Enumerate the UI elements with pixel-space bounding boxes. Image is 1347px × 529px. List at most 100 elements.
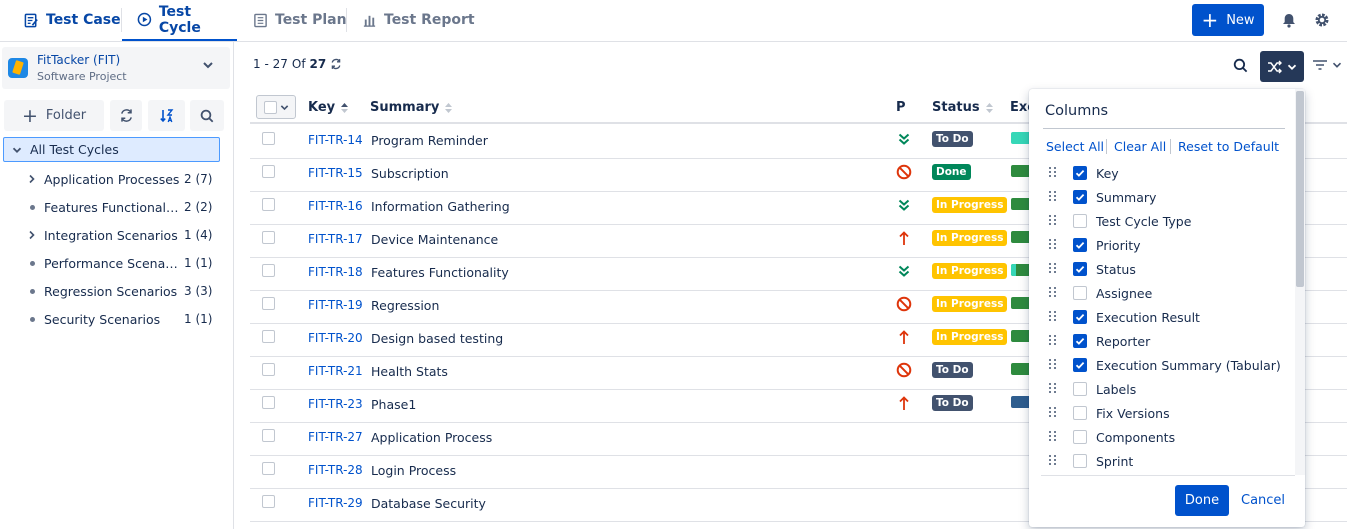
column-option[interactable]: Test Cycle Type xyxy=(1049,209,1289,233)
columns-toggle-button[interactable] xyxy=(1260,51,1304,82)
chevron-right-icon[interactable] xyxy=(28,230,36,240)
drag-handle-icon[interactable] xyxy=(1049,167,1057,179)
search-folder-button[interactable] xyxy=(190,100,224,131)
tab-test-report[interactable]: Test Report xyxy=(362,0,475,40)
column-checkbox[interactable] xyxy=(1073,262,1087,276)
drag-handle-icon[interactable] xyxy=(1049,407,1057,419)
column-checkbox[interactable] xyxy=(1073,454,1087,468)
row-checkbox[interactable] xyxy=(262,264,275,277)
column-option[interactable]: Labels xyxy=(1049,377,1289,401)
tab-test-case[interactable]: Test Case xyxy=(24,0,121,40)
column-option[interactable]: Execution Result xyxy=(1049,305,1289,329)
column-checkbox[interactable] xyxy=(1073,358,1087,372)
reset-default-link[interactable]: Reset to Default xyxy=(1178,139,1279,154)
column-option[interactable]: Fix Versions xyxy=(1049,401,1289,425)
column-checkbox[interactable] xyxy=(1073,334,1087,348)
tree-item-integration-scenarios[interactable]: Integration Scenarios 1 (4) xyxy=(27,224,217,246)
row-key-link[interactable]: FIT-TR-23 xyxy=(308,397,363,411)
gear-icon[interactable] xyxy=(1312,10,1332,30)
drag-handle-icon[interactable] xyxy=(1049,335,1057,347)
row-key-link[interactable]: FIT-TR-15 xyxy=(308,166,363,180)
tree-item-features-functionality[interactable]: Features Functionality 2 (2) xyxy=(27,196,217,218)
column-option[interactable]: Summary xyxy=(1049,185,1289,209)
drag-handle-icon[interactable] xyxy=(1049,383,1057,395)
select-all-checkbox[interactable] xyxy=(256,95,296,119)
column-option[interactable]: Key xyxy=(1049,161,1289,185)
column-header-status[interactable]: Status xyxy=(932,100,994,115)
row-key-link[interactable]: FIT-TR-18 xyxy=(308,265,363,279)
add-folder-button[interactable]: + Folder xyxy=(4,100,104,131)
column-checkbox[interactable] xyxy=(1073,238,1087,252)
column-checkbox[interactable] xyxy=(1073,214,1087,228)
row-checkbox[interactable] xyxy=(262,396,275,409)
row-checkbox[interactable] xyxy=(262,165,275,178)
row-checkbox[interactable] xyxy=(262,231,275,244)
drag-handle-icon[interactable] xyxy=(1049,287,1057,299)
search-icon[interactable] xyxy=(1233,58,1248,73)
drag-handle-icon[interactable] xyxy=(1049,455,1057,467)
done-button[interactable]: Done xyxy=(1175,485,1229,516)
row-key-link[interactable]: FIT-TR-29 xyxy=(308,496,363,510)
drag-handle-icon[interactable] xyxy=(1049,431,1057,443)
row-key-link[interactable]: FIT-TR-21 xyxy=(308,364,363,378)
row-key-link[interactable]: FIT-TR-28 xyxy=(308,463,363,477)
column-option[interactable]: Priority xyxy=(1049,233,1289,257)
row-checkbox[interactable] xyxy=(262,429,275,442)
clear-all-link[interactable]: Clear All xyxy=(1114,139,1166,154)
tab-test-cycle[interactable]: Test Cycle xyxy=(122,0,237,41)
drag-handle-icon[interactable] xyxy=(1049,191,1057,203)
sort-button[interactable] xyxy=(148,100,185,131)
row-key-link[interactable]: FIT-TR-19 xyxy=(308,298,363,312)
refresh-button[interactable] xyxy=(110,100,142,131)
new-button[interactable]: + New xyxy=(1192,4,1264,36)
column-header-key[interactable]: Key xyxy=(308,100,349,115)
row-checkbox[interactable] xyxy=(262,462,275,475)
scrollbar-thumb[interactable] xyxy=(1296,91,1304,287)
column-option[interactable]: Assignee xyxy=(1049,281,1289,305)
row-checkbox[interactable] xyxy=(262,363,275,376)
row-key-link[interactable]: FIT-TR-17 xyxy=(308,232,363,246)
tree-item-security-scenarios[interactable]: Security Scenarios 1 (1) xyxy=(27,308,217,330)
tree-item-application-processes[interactable]: Application Processes 2 (7) xyxy=(27,168,217,190)
column-checkbox[interactable] xyxy=(1073,382,1087,396)
cancel-button[interactable]: Cancel xyxy=(1241,493,1285,508)
column-header-summary[interactable]: Summary xyxy=(370,100,453,115)
column-option[interactable]: Reporter xyxy=(1049,329,1289,353)
row-checkbox[interactable] xyxy=(262,198,275,211)
column-checkbox[interactable] xyxy=(1073,310,1087,324)
column-header-priority[interactable]: P xyxy=(896,100,906,115)
row-checkbox[interactable] xyxy=(262,330,275,343)
column-option[interactable]: Components xyxy=(1049,425,1289,449)
column-checkbox[interactable] xyxy=(1073,286,1087,300)
column-checkbox[interactable] xyxy=(1073,190,1087,204)
column-option[interactable]: Execution Summary (Tabular) xyxy=(1049,353,1289,377)
filter-button[interactable] xyxy=(1312,59,1342,71)
column-option[interactable]: Status xyxy=(1049,257,1289,281)
tree-item-regression-scenarios[interactable]: Regression Scenarios 3 (3) xyxy=(27,280,217,302)
row-summary: Login Process xyxy=(371,463,457,478)
column-checkbox[interactable] xyxy=(1073,406,1087,420)
project-selector[interactable]: FitTacker (FIT) Software Project xyxy=(2,47,230,89)
bell-icon[interactable] xyxy=(1279,10,1299,30)
drag-handle-icon[interactable] xyxy=(1049,215,1057,227)
row-key-link[interactable]: FIT-TR-16 xyxy=(308,199,363,213)
refresh-icon[interactable] xyxy=(330,58,342,70)
tree-item-performance-scenarios[interactable]: Performance Scenarios 1 (1) xyxy=(27,252,217,274)
row-key-link[interactable]: FIT-TR-27 xyxy=(308,430,363,444)
drag-handle-icon[interactable] xyxy=(1049,311,1057,323)
row-checkbox[interactable] xyxy=(262,297,275,310)
tree-root-all-test-cycles[interactable]: All Test Cycles xyxy=(3,137,220,162)
row-checkbox[interactable] xyxy=(262,132,275,145)
drag-handle-icon[interactable] xyxy=(1049,359,1057,371)
column-checkbox[interactable] xyxy=(1073,166,1087,180)
drag-handle-icon[interactable] xyxy=(1049,263,1057,275)
drag-handle-icon[interactable] xyxy=(1049,239,1057,251)
chevron-right-icon[interactable] xyxy=(28,174,36,184)
select-all-link[interactable]: Select All xyxy=(1046,139,1104,154)
column-option[interactable]: Sprint xyxy=(1049,449,1289,473)
row-checkbox[interactable] xyxy=(262,495,275,508)
tab-test-plan[interactable]: Test Plan xyxy=(253,0,347,40)
row-key-link[interactable]: FIT-TR-14 xyxy=(308,133,363,147)
row-key-link[interactable]: FIT-TR-20 xyxy=(308,331,363,345)
column-checkbox[interactable] xyxy=(1073,430,1087,444)
